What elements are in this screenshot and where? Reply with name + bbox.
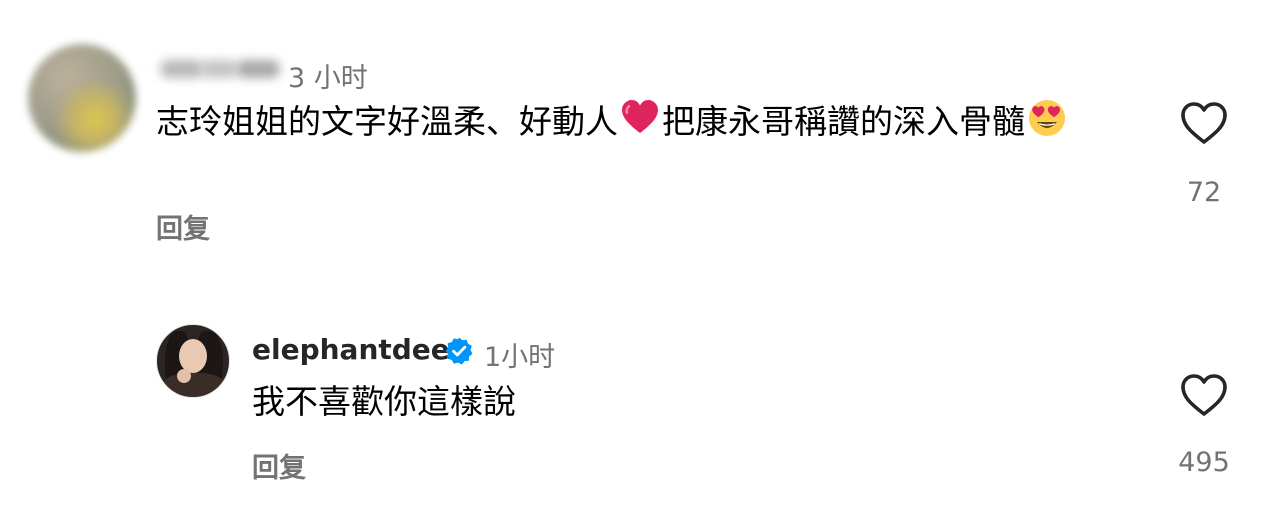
heart-outline-icon[interactable] [1179,372,1229,418]
heart-outline-icon[interactable] [1179,100,1229,146]
reply-button[interactable]: 回复 [156,207,210,246]
avatar[interactable] [156,324,230,398]
comment-text: 我不喜歡你這樣說 [252,382,516,421]
username-blurred[interactable] [160,52,280,86]
comment-timestamp: 3 小时 [288,63,368,94]
comment-text: 志玲姐姐的文字好溫柔、好動人 把康永哥稱讚的深入骨髓 [156,98,1116,146]
comment-text-part: 志玲姐姐的文字好溫柔、好動人 [156,102,618,141]
comment-text-part: 把康永哥稱讚的深入骨髓 [662,102,1025,141]
like-count: 72 [1186,177,1222,208]
reply-button[interactable]: 回复 [252,446,306,485]
user-avatar-blurred[interactable] [28,44,136,152]
red-heart-emoji-icon [622,100,658,133]
username[interactable]: elephantdee [252,333,450,366]
like-count: 495 [1178,447,1230,478]
verified-badge-icon [445,337,473,365]
comment-item: 3 小时 志玲姐姐的文字好溫柔、好動人 把康永哥稱讚的深入骨髓 回复 72 [0,0,1288,260]
heart-eyes-smile-emoji-icon [1029,100,1065,136]
comment-timestamp: 1小时 [484,342,556,373]
